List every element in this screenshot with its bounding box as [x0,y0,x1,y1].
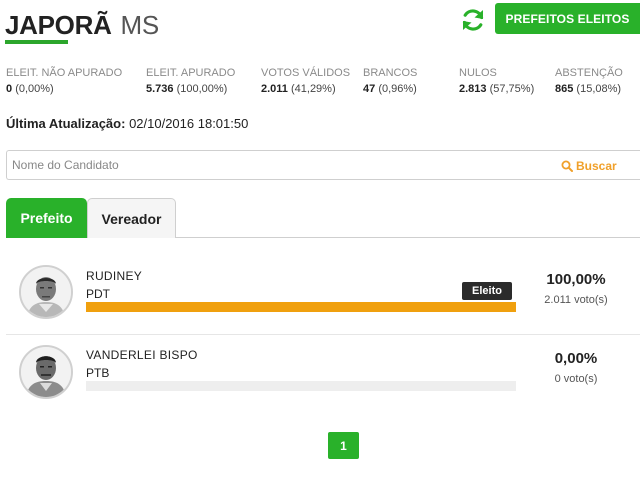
tab-bar: Prefeito Vereador [6,198,640,238]
candidate-percent: 100,00% [546,271,606,288]
candidate-row[interactable]: VANDERLEI BISPO PTB 0,00% 0 voto(s) [6,335,640,417]
stat-value: 0 (0,00%) [6,83,54,95]
stat-label: NULOS [459,67,497,79]
city-title: JAPORÃ MS [5,9,159,41]
stat-label: ELEIT. NÃO APURADO [6,67,123,79]
vote-progress-fill [86,302,516,312]
header: JAPORÃ MS PREFEITOS ELEITOS [0,0,640,50]
city-name: JAPORÃ [5,10,112,40]
candidate-row[interactable]: RUDINEY PDT Eleito 100,00% 2.011 voto(s) [6,252,640,334]
stat-value: 2.813 (57,75%) [459,83,535,95]
candidate-votes: 2.011 voto(s) [544,294,608,306]
search-bar: Buscar [6,150,640,180]
last-update-label: Última Atualização: [6,116,126,131]
search-input[interactable] [12,155,542,175]
tab-vereador[interactable]: Vereador [87,198,176,238]
stat-label: BRANCOS [363,67,418,79]
stat-brancos: BRANCOS 47 (0,96%) [363,66,417,97]
stat-nulos: NULOS 2.813 (57,75%) [459,66,534,97]
stat-label: VOTOS VÁLIDOS [261,67,351,79]
candidate-name: RUDINEY [86,269,143,283]
tab-prefeito[interactable]: Prefeito [6,198,87,238]
stat-label: ABSTENÇÃO [555,67,623,79]
search-button-label: Buscar [576,159,617,173]
candidate-photo-avatar [19,265,73,319]
stat-label: ELEIT. APURADO [146,67,236,79]
pagination-page-1[interactable]: 1 [328,432,359,459]
last-update: Última Atualização: 02/10/2016 18:01:50 [6,116,248,131]
search-button[interactable]: Buscar [561,157,617,175]
stat-votos-validos: VOTOS VÁLIDOS 2.011 (41,29%) [261,66,350,97]
vote-progress-bar [86,302,516,312]
refresh-icon[interactable] [459,6,487,34]
candidate-votes: 0 voto(s) [554,373,598,385]
stats-bar: ELEIT. NÃO APURADO 0 (0,00%) ELEIT. APUR… [0,66,640,100]
candidate-party: PTB [86,366,110,380]
candidate-percent: 0,00% [554,350,598,367]
stat-abstencao: ABSTENÇÃO 865 (15,08%) [555,66,623,97]
stat-value: 865 (15,08%) [555,83,622,95]
stat-value: 5.736 (100,00%) [146,83,228,95]
prefeitos-eleitos-button[interactable]: PREFEITOS ELEITOS [495,3,640,34]
vote-progress-bar [86,381,516,391]
last-update-value: 02/10/2016 18:01:50 [129,116,249,131]
candidate-photo-avatar [19,345,73,399]
stat-apurado: ELEIT. APURADO 5.736 (100,00%) [146,66,235,97]
search-icon [561,160,573,172]
stat-value: 47 (0,96%) [363,83,417,95]
elected-badge: Eleito [462,282,512,300]
candidate-party: PDT [86,287,110,301]
stat-value: 2.011 (41,29%) [261,83,336,95]
title-underline [5,40,68,44]
state-abbrev: MS [120,10,160,40]
candidate-name: VANDERLEI BISPO [86,348,198,362]
stat-nao-apurado: ELEIT. NÃO APURADO 0 (0,00%) [6,66,122,97]
